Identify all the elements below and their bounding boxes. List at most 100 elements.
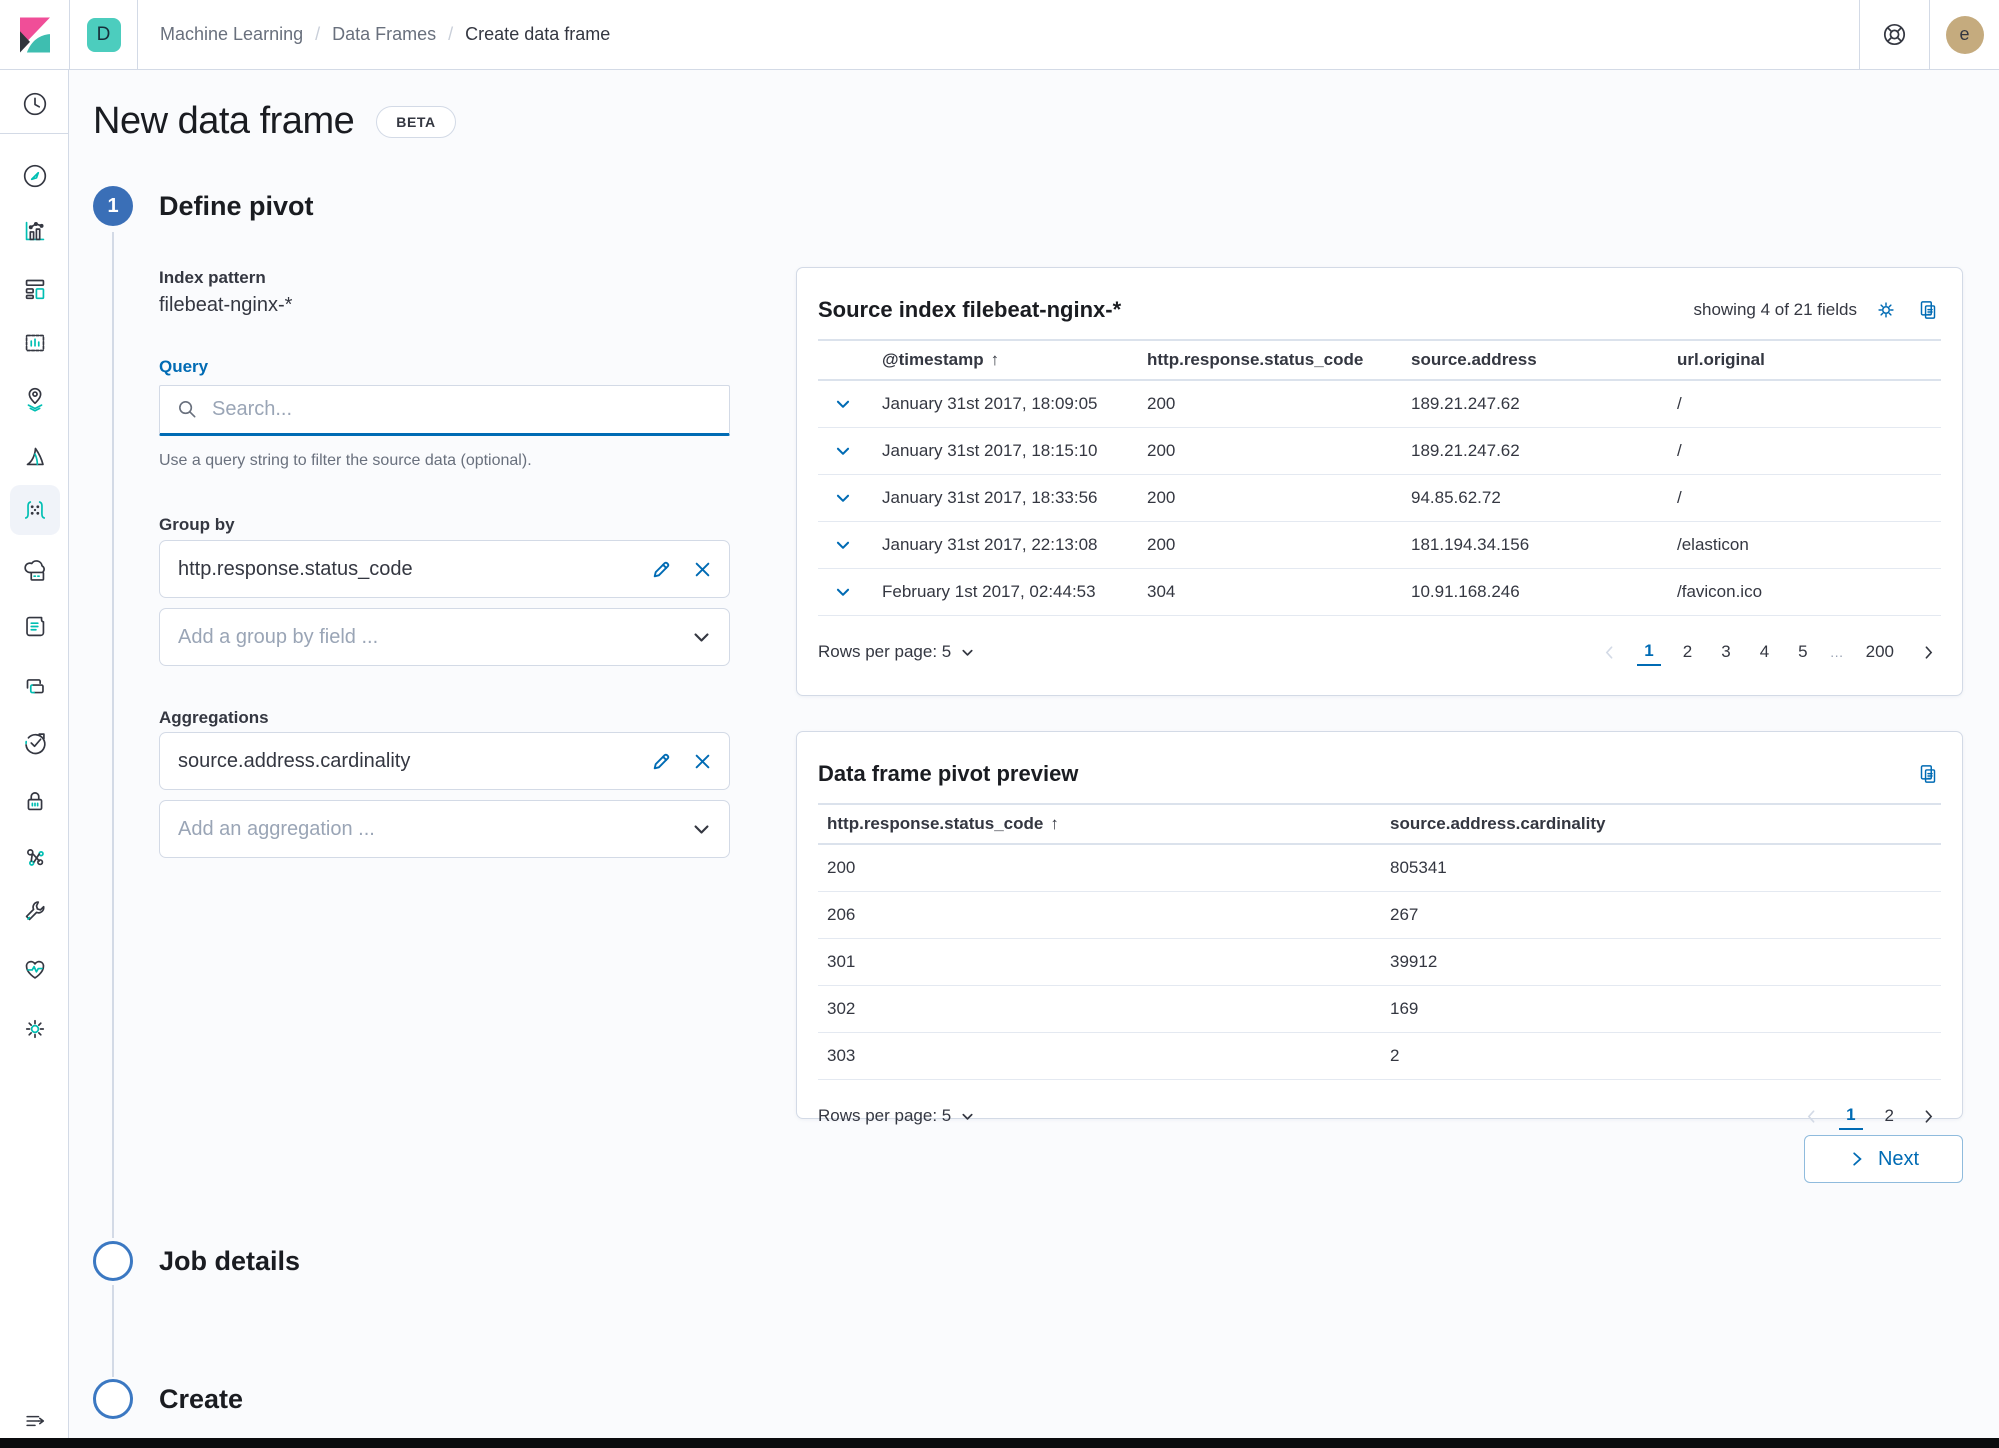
column-header-status-code[interactable]: http.response.status_code <box>1147 350 1411 370</box>
nav-discover[interactable] <box>19 160 51 192</box>
table-row: February 1st 2017, 02:44:53 304 10.91.16… <box>818 569 1941 616</box>
user-menu-button[interactable]: e <box>1930 0 1999 70</box>
top-bar: D Machine Learning / Data Frames / Creat… <box>0 0 1999 70</box>
table-row: 303 2 <box>818 1033 1941 1080</box>
space-badge[interactable]: D <box>86 17 121 52</box>
previous-page-button[interactable] <box>1799 1108 1824 1125</box>
copy-to-clipboard-button[interactable] <box>1915 761 1941 787</box>
aggregations-label: Aggregations <box>159 708 269 727</box>
breadcrumb-data-frames[interactable]: Data Frames <box>332 24 436 45</box>
page-number[interactable]: 200 <box>1859 639 1901 665</box>
nav-monitoring[interactable] <box>19 953 51 985</box>
remove-group-by-button[interactable] <box>694 561 711 578</box>
group-by-item-value: http.response.status_code <box>178 557 413 580</box>
step-2-label: Job details <box>159 1245 301 1276</box>
nav-canvas[interactable] <box>19 327 51 359</box>
group-by-item: http.response.status_code <box>159 540 730 598</box>
previous-page-button[interactable] <box>1597 644 1622 661</box>
breadcrumb-machine-learning[interactable]: Machine Learning <box>160 24 303 45</box>
nav-recently-viewed[interactable] <box>19 88 51 120</box>
edit-aggregation-button[interactable] <box>651 751 672 772</box>
collapse-menu-icon <box>26 1415 45 1427</box>
next-button[interactable]: Next <box>1804 1135 1963 1183</box>
copy-to-clipboard-button[interactable] <box>1915 297 1941 323</box>
add-aggregation-select[interactable]: Add an aggregation ... <box>159 800 730 858</box>
nav-logs[interactable] <box>19 610 51 642</box>
next-page-button[interactable] <box>1916 1108 1941 1125</box>
clock-icon <box>23 92 47 116</box>
gear-icon <box>25 1019 45 1039</box>
index-pattern-label: Index pattern <box>159 268 266 287</box>
column-header-cardinality[interactable]: source.address.cardinality <box>1381 814 1941 834</box>
nav-management[interactable] <box>19 1013 51 1045</box>
cloud-server-icon <box>24 560 45 581</box>
column-settings-button[interactable] <box>1873 297 1899 323</box>
nav-siem[interactable] <box>19 785 51 817</box>
query-search-input[interactable] <box>212 398 713 421</box>
page-number[interactable]: 1 <box>1637 638 1661 666</box>
nav-apm[interactable] <box>19 440 51 472</box>
wrench-icon <box>25 901 45 921</box>
add-group-by-placeholder: Add a group by field ... <box>178 625 379 648</box>
expand-row-button[interactable] <box>834 583 852 601</box>
column-header-timestamp[interactable]: @timestamp ↑ <box>882 350 1147 370</box>
nav-code[interactable] <box>19 670 51 702</box>
remove-aggregation-button[interactable] <box>694 753 711 770</box>
nav-graph[interactable] <box>19 841 51 873</box>
chevron-down-icon <box>694 824 709 834</box>
rows-per-page-selector[interactable]: Rows per page: 5 <box>818 642 975 662</box>
chevron-right-icon <box>1925 1109 1933 1123</box>
chevron-right-icon <box>1925 645 1933 659</box>
avatar[interactable]: e <box>1945 15 1984 54</box>
chevron-down-icon <box>836 447 850 455</box>
group-by-label: Group by <box>159 515 235 534</box>
chevron-down-icon <box>836 400 850 408</box>
next-page-button[interactable] <box>1916 644 1941 661</box>
page-number[interactable]: 1 <box>1839 1102 1863 1130</box>
nav-visualize[interactable] <box>19 215 51 247</box>
network-graph-icon <box>27 849 44 866</box>
machine-learning-icon <box>24 501 46 519</box>
column-header-status-code[interactable]: http.response.status_code ↑ <box>818 814 1381 834</box>
table-row: January 31st 2017, 18:09:05 200 189.21.2… <box>818 381 1941 428</box>
expand-row-button[interactable] <box>834 489 852 507</box>
fields-summary: showing 4 of 21 fields <box>1693 300 1858 319</box>
heartbeat-icon <box>25 960 45 979</box>
edit-group-by-button[interactable] <box>651 559 672 580</box>
chevron-left-icon <box>1606 645 1613 659</box>
add-group-by-select[interactable]: Add a group by field ... <box>159 608 730 666</box>
collapse-navigation-button[interactable] <box>19 1405 51 1437</box>
step-connector-line <box>112 232 114 1238</box>
page-number[interactable]: 4 <box>1753 639 1776 665</box>
column-header-url-original[interactable]: url.original <box>1677 350 1941 370</box>
expand-row-button[interactable] <box>834 395 852 413</box>
expand-row-button[interactable] <box>834 536 852 554</box>
page-number[interactable]: 2 <box>1878 1103 1901 1129</box>
nav-uptime[interactable] <box>19 727 51 759</box>
help-button[interactable] <box>1860 0 1929 70</box>
pencil-icon <box>653 753 670 769</box>
nav-infrastructure[interactable] <box>19 555 51 587</box>
table-row: 206 267 <box>818 892 1941 939</box>
chevron-down-icon <box>962 649 973 656</box>
page-number[interactable]: 5 <box>1791 639 1814 665</box>
sort-ascending-icon: ↑ <box>1050 814 1059 833</box>
chevron-down-icon <box>962 1113 973 1120</box>
step-3-label: Create <box>159 1383 244 1414</box>
nav-dev-tools[interactable] <box>19 895 51 927</box>
nav-maps[interactable] <box>19 383 51 415</box>
page-number[interactable]: 2 <box>1676 639 1699 665</box>
pencil-icon <box>653 561 670 577</box>
nav-machine-learning-active[interactable] <box>19 494 51 526</box>
page-number[interactable]: 3 <box>1714 639 1737 665</box>
source-index-panel: Source index filebeat-nginx-* showing 4 … <box>796 267 1963 696</box>
space-selector[interactable]: D <box>70 17 137 52</box>
sidebar-divider <box>0 133 69 134</box>
column-header-source-address[interactable]: source.address <box>1411 350 1677 370</box>
rows-per-page-selector[interactable]: Rows per page: 5 <box>818 1106 975 1126</box>
kibana-logo[interactable] <box>0 0 69 70</box>
expand-row-button[interactable] <box>834 442 852 460</box>
map-pin-layers-icon <box>27 387 43 412</box>
nav-dashboard[interactable] <box>19 272 51 304</box>
help-life-ring-icon <box>1883 23 1906 46</box>
